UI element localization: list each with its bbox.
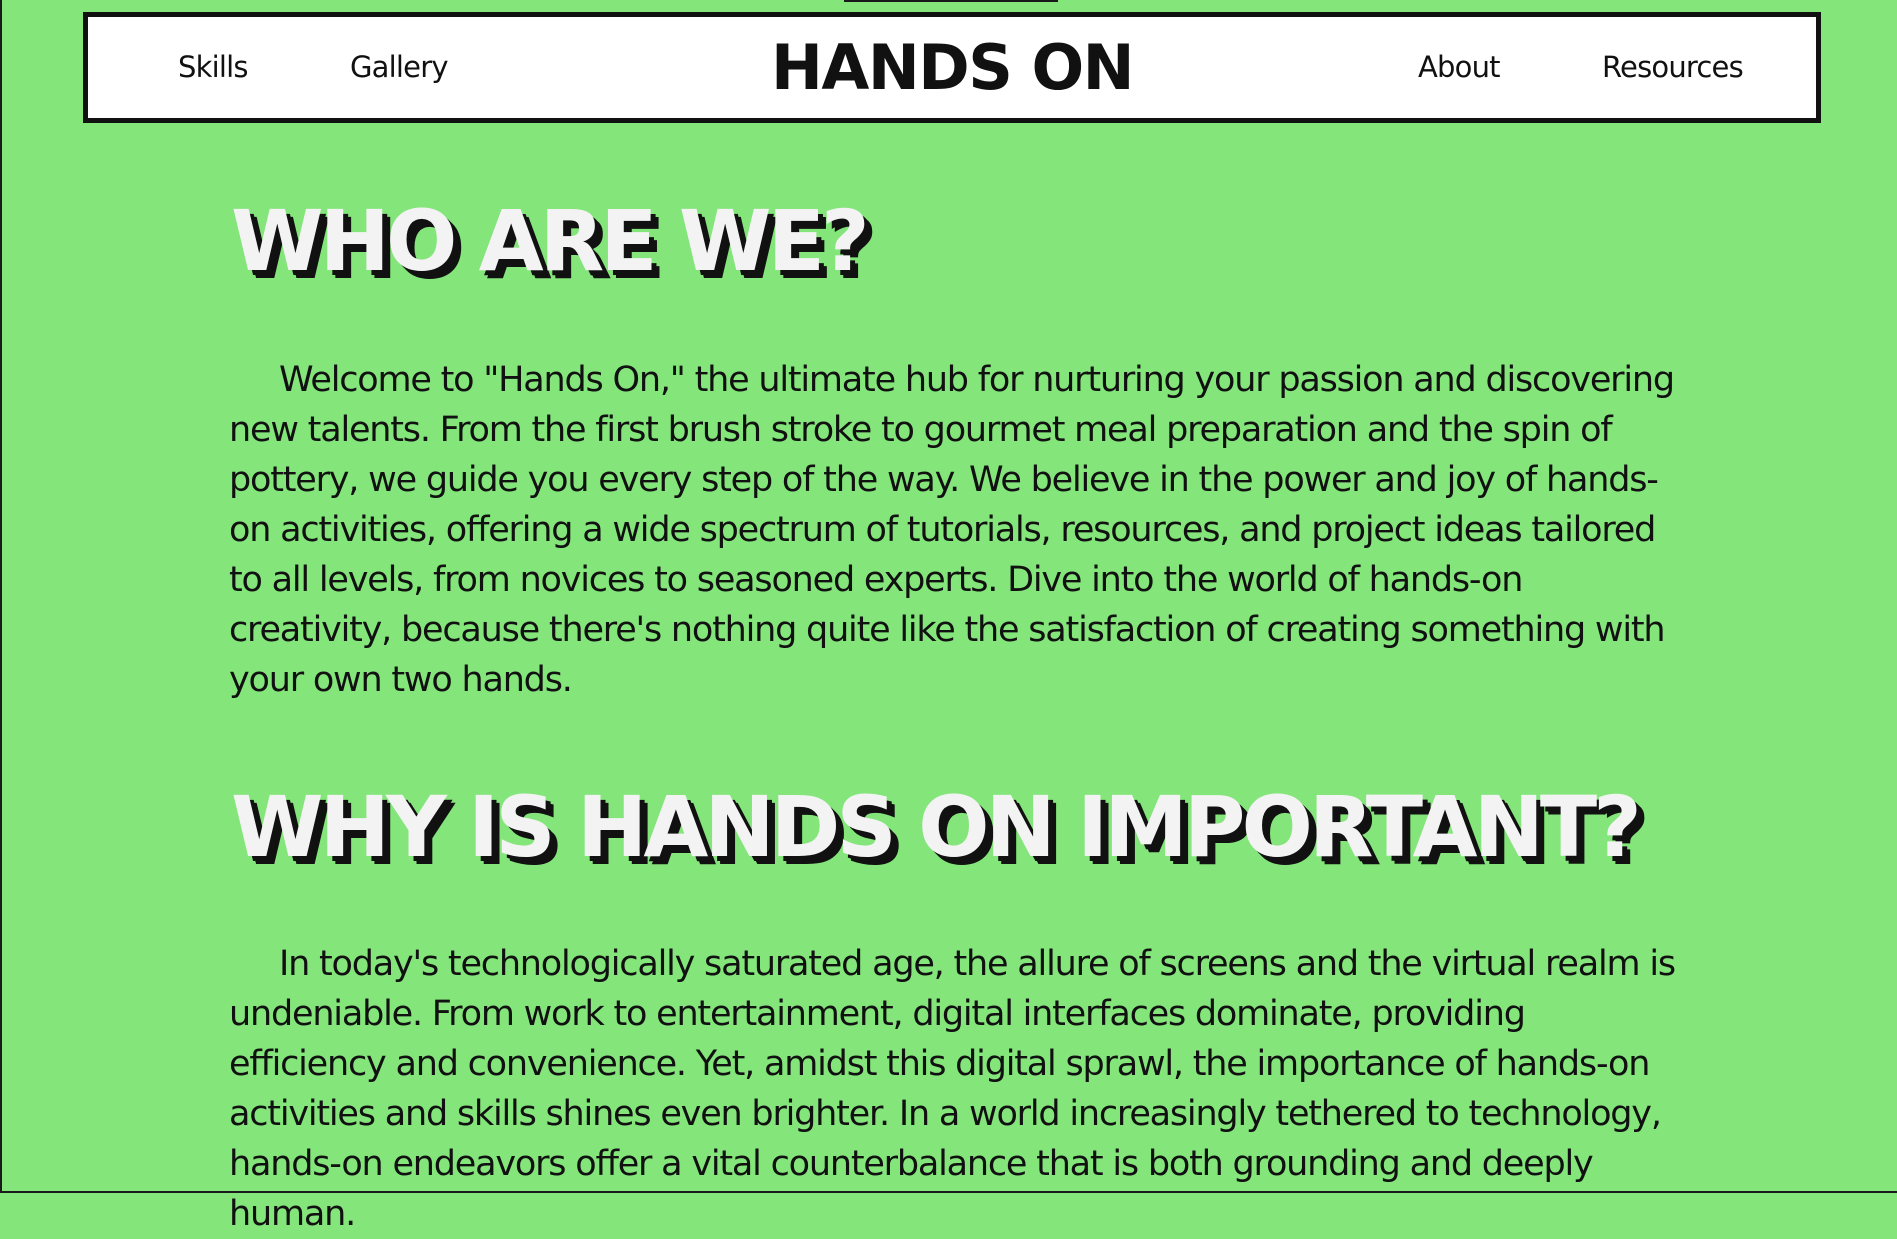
nav-link-about[interactable]: About: [1418, 17, 1501, 118]
nav-link-gallery[interactable]: Gallery: [350, 17, 448, 118]
section-heading-who-are-we: WHO ARE WE?: [231, 192, 870, 290]
section-body-why-important: In today's technologically saturated age…: [229, 944, 1676, 1234]
navbar: Skills Gallery HANDS ON About Resources: [83, 12, 1821, 123]
brand-logo[interactable]: HANDS ON: [771, 17, 1135, 118]
top-tab-edge: [844, 0, 1058, 2]
nav-link-resources[interactable]: Resources: [1602, 17, 1744, 118]
section-body-who-are-we: Welcome to "Hands On," the ultimate hub …: [229, 360, 1675, 700]
nav-link-skills[interactable]: Skills: [178, 17, 248, 118]
section-heading-why-important: WHY IS HANDS ON IMPORTANT?: [231, 778, 1642, 876]
